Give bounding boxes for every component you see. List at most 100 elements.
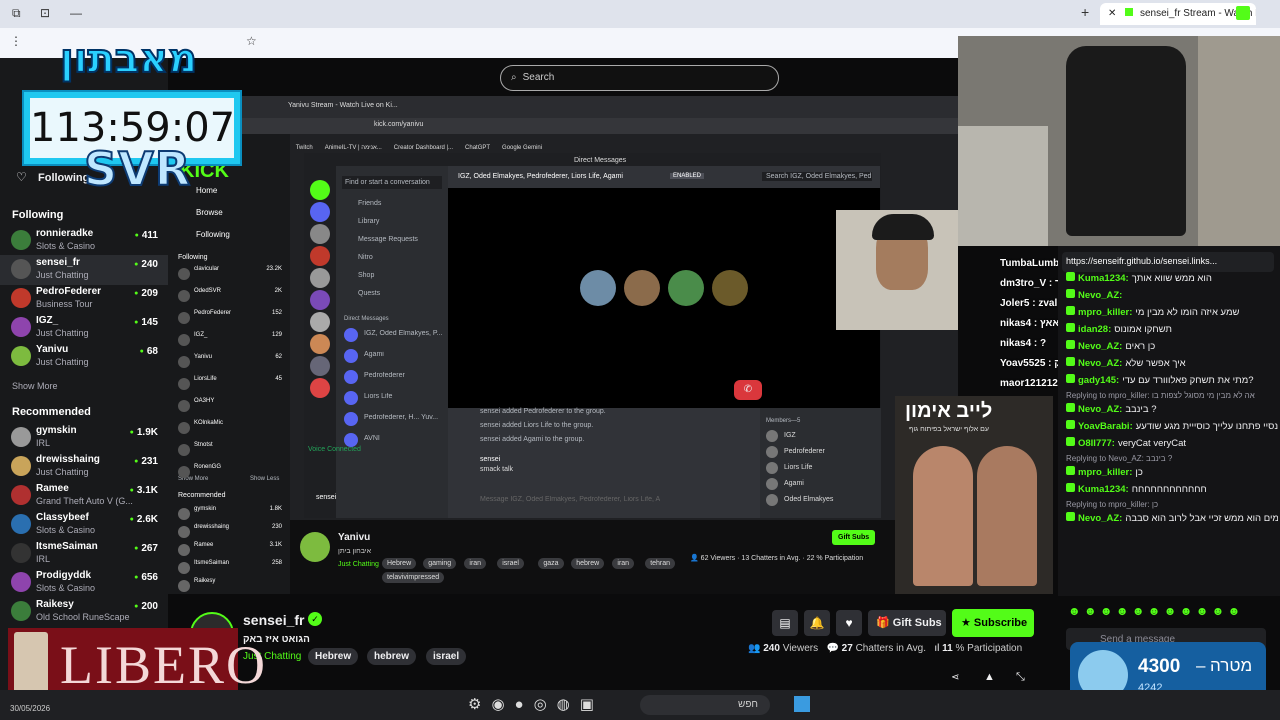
close-tab-icon[interactable]: ✕ bbox=[1108, 8, 1116, 19]
heart-icon: ♡ bbox=[16, 170, 27, 184]
chat-username[interactable]: Kuma1234: bbox=[1078, 484, 1129, 495]
chat-message[interactable]: Kuma1234: חחחחחחחחחחחח bbox=[1066, 483, 1278, 495]
chat-text: שמע איזה הומו לא מבין מי bbox=[1135, 307, 1240, 318]
sidebar-channel[interactable]: gymskin IRL 1.9K bbox=[0, 423, 168, 453]
sidebar-channel[interactable]: Raikesy Old School RuneScape 200 bbox=[0, 597, 168, 627]
stream-tag[interactable]: Hebrew bbox=[308, 648, 359, 665]
chat-username[interactable]: idan28: bbox=[1078, 324, 1111, 335]
window-restore-icon[interactable]: ⧉ bbox=[12, 6, 21, 21]
discord-system-msg: sensei added Pedrofederer to the group. bbox=[480, 408, 606, 415]
follow-heart-icon[interactable]: ♥ bbox=[836, 610, 862, 636]
chat-username[interactable]: mpro_killer: bbox=[1078, 307, 1132, 318]
sidebar-channel[interactable]: PedroFederer Business Tour 209 bbox=[0, 284, 168, 314]
channel-name: sensei_fr bbox=[36, 257, 80, 268]
chat-message[interactable]: idan28: תשחקו אמונוס bbox=[1066, 323, 1278, 335]
inner-channel: PedroFederer 152 bbox=[178, 310, 282, 328]
chat-message[interactable]: Nevo_AZ: איך אפשר שלא bbox=[1066, 357, 1278, 369]
chat-badge-icon bbox=[1066, 306, 1075, 315]
goal-amount: 4300 bbox=[1138, 656, 1181, 677]
chat-username[interactable]: Nevo_AZ: bbox=[1078, 358, 1122, 369]
sidebar-channel[interactable]: Ramee Grand Theft Auto V (G...3.1K bbox=[0, 481, 168, 511]
chat-username[interactable]: Nevo_AZ: bbox=[1078, 290, 1122, 301]
discord-dm-item: Pedrofederer, H... Yuv... bbox=[364, 414, 439, 421]
bell-icon[interactable]: 🔔 bbox=[804, 610, 830, 636]
chat-text: תשחקו אמונוס bbox=[1114, 324, 1172, 335]
windows-start-icon[interactable] bbox=[794, 696, 810, 712]
bookmark-star-icon[interactable]: ☆ bbox=[246, 34, 257, 48]
chat-message[interactable]: Nevo_AZ:כן לפעמים הוא ממש זכיי אבל לרוב … bbox=[1066, 512, 1278, 524]
inner-channel-name: OdedSVR bbox=[194, 288, 222, 294]
sidebar-channel[interactable]: Yanivu Just Chatting 68 bbox=[0, 342, 168, 372]
sidebar-channel[interactable]: Prodigyddk Slots & Casino 656 bbox=[0, 568, 168, 598]
chat-message[interactable]: O8II777: veryCat veryCat bbox=[1066, 437, 1278, 449]
tab-list-icon[interactable]: ⊡ bbox=[40, 6, 50, 20]
stream-tag[interactable]: israel bbox=[426, 648, 467, 665]
chat-message[interactable]: Nevo_AZ: כן ראים bbox=[1066, 340, 1278, 352]
new-tab-button[interactable]: + bbox=[1081, 4, 1089, 20]
discord-chat-msg: smack talk bbox=[480, 466, 514, 473]
taskbar-search[interactable]: חפש bbox=[640, 695, 770, 715]
discord-server-icon bbox=[310, 202, 330, 222]
discord-message-input: Message IGZ, Oded Elmakyes, Pedrofederer… bbox=[480, 496, 660, 503]
search-input[interactable]: ⌕ Search bbox=[500, 65, 779, 91]
share-icon[interactable]: ⋖ bbox=[951, 672, 959, 683]
chat-text: מתי את תשחק פאלווורד עם עדי? bbox=[1122, 375, 1254, 386]
athlete-figure bbox=[977, 446, 1037, 586]
chat-username[interactable]: O8II777: bbox=[1078, 438, 1115, 449]
sidebar-channel[interactable]: ItsmeSaiman IRL 267 bbox=[0, 539, 168, 569]
discord-username: sensei bbox=[316, 494, 337, 501]
chat-message[interactable]: mpro_killer: שמע איזה הומו לא מבין מי bbox=[1066, 306, 1278, 318]
clip-icon[interactable]: ▤ bbox=[772, 610, 798, 636]
chat-username[interactable]: YoavBarabi: bbox=[1078, 421, 1133, 432]
sidebar-channel[interactable]: sensei_fr Just Chatting 240 bbox=[0, 255, 168, 285]
menu-dots-icon[interactable]: ⋮ bbox=[10, 34, 22, 48]
gift-subs-button[interactable]: 🎁 Gift Subs bbox=[868, 610, 946, 636]
chat-message[interactable]: Nevo_AZ: בינבב ? bbox=[1066, 403, 1278, 415]
headphones-shape bbox=[872, 214, 934, 240]
chat-username[interactable]: Nevo_AZ: bbox=[1078, 404, 1122, 415]
sidebar-channel[interactable]: ronnieradke Slots & Casino 411 bbox=[0, 226, 168, 256]
sidebar-channel[interactable]: IGZ_ Just Chatting 145 bbox=[0, 313, 168, 343]
chat-username[interactable]: Kuma1234: bbox=[1078, 273, 1129, 284]
chat-message[interactable]: YoavBarabi: סנסיי פתחנו עלייך כוסייית מגע… bbox=[1066, 420, 1278, 432]
channel-avatar bbox=[11, 259, 31, 279]
inner-channel-viewers: 3.1K bbox=[269, 542, 282, 548]
channel-category: Slots & Casino bbox=[36, 241, 96, 251]
discord-nav-item: Nitro bbox=[358, 254, 373, 261]
tab-sensei[interactable]: ✕ sensei_fr Stream - Watch Live on bbox=[1100, 3, 1256, 25]
inner-tag: Hebrew bbox=[382, 558, 417, 569]
viewer-count: 1.9K bbox=[130, 427, 158, 438]
stream-tag[interactable]: hebrew bbox=[367, 648, 417, 665]
inner-viewers: 👤 62 Viewers · 13 Chatters in Avg. · 22 … bbox=[690, 555, 864, 562]
show-more-link[interactable]: Show More bbox=[12, 381, 58, 391]
channel-name: ronnieradke bbox=[36, 228, 94, 239]
chat-username[interactable]: Nevo_AZ: bbox=[1078, 341, 1122, 352]
sidebar-channel[interactable]: drewisshaing Just Chatting 231 bbox=[0, 452, 168, 482]
channel-name: Yanivu bbox=[36, 344, 69, 355]
taskbar-apps[interactable]: ⚙◉●◎◍▣ bbox=[468, 695, 604, 713]
chat-username[interactable]: gady145: bbox=[1078, 375, 1119, 386]
chat-username[interactable]: mpro_killer: bbox=[1078, 467, 1132, 478]
chat-message[interactable]: Nevo_AZ: bbox=[1066, 289, 1278, 301]
inner-bookmark: AnimeIL-TV | אנימה... bbox=[324, 145, 382, 151]
streamer-name[interactable]: sensei_fr bbox=[243, 612, 304, 628]
channel-category: Just Chatting bbox=[36, 270, 89, 280]
chat-message[interactable]: Kuma1234: הוא ממש שווא אותך bbox=[1066, 272, 1278, 284]
chat-message[interactable]: mpro_killer: כן bbox=[1066, 466, 1278, 478]
sidebar-channel[interactable]: Classybeef Slots & Casino 2.6K bbox=[0, 510, 168, 540]
subscribe-button[interactable]: ★ Subscribe bbox=[952, 609, 1034, 637]
inner-avatar bbox=[178, 444, 190, 456]
emote-bar[interactable]: ☻ ☻ ☻ ☻ ☻ ☻ ☻ ☻ ☻ ☻ ☻ bbox=[1068, 604, 1268, 618]
theater-mode-icon[interactable]: ⤡ bbox=[1016, 671, 1025, 684]
chat-username[interactable]: Nevo_AZ: bbox=[1078, 513, 1122, 524]
following-nav-link[interactable]: Following bbox=[38, 172, 89, 184]
pinned-message[interactable]: https://senseifr.github.io/sensei.links.… bbox=[1062, 252, 1274, 272]
report-icon[interactable]: ▲ bbox=[984, 671, 995, 683]
minimize-icon[interactable]: — bbox=[70, 6, 82, 20]
athlete-figure bbox=[913, 446, 973, 586]
inner-avatar bbox=[178, 356, 190, 368]
discord-chat-user: sensei bbox=[480, 456, 501, 463]
overlay-chat-line: Yoav5525 : צודק bbox=[1000, 358, 1058, 369]
discord-voice-status: Voice Connected bbox=[308, 446, 361, 453]
chat-message[interactable]: gady145: מתי את תשחק פאלווורד עם עדי? bbox=[1066, 374, 1278, 386]
